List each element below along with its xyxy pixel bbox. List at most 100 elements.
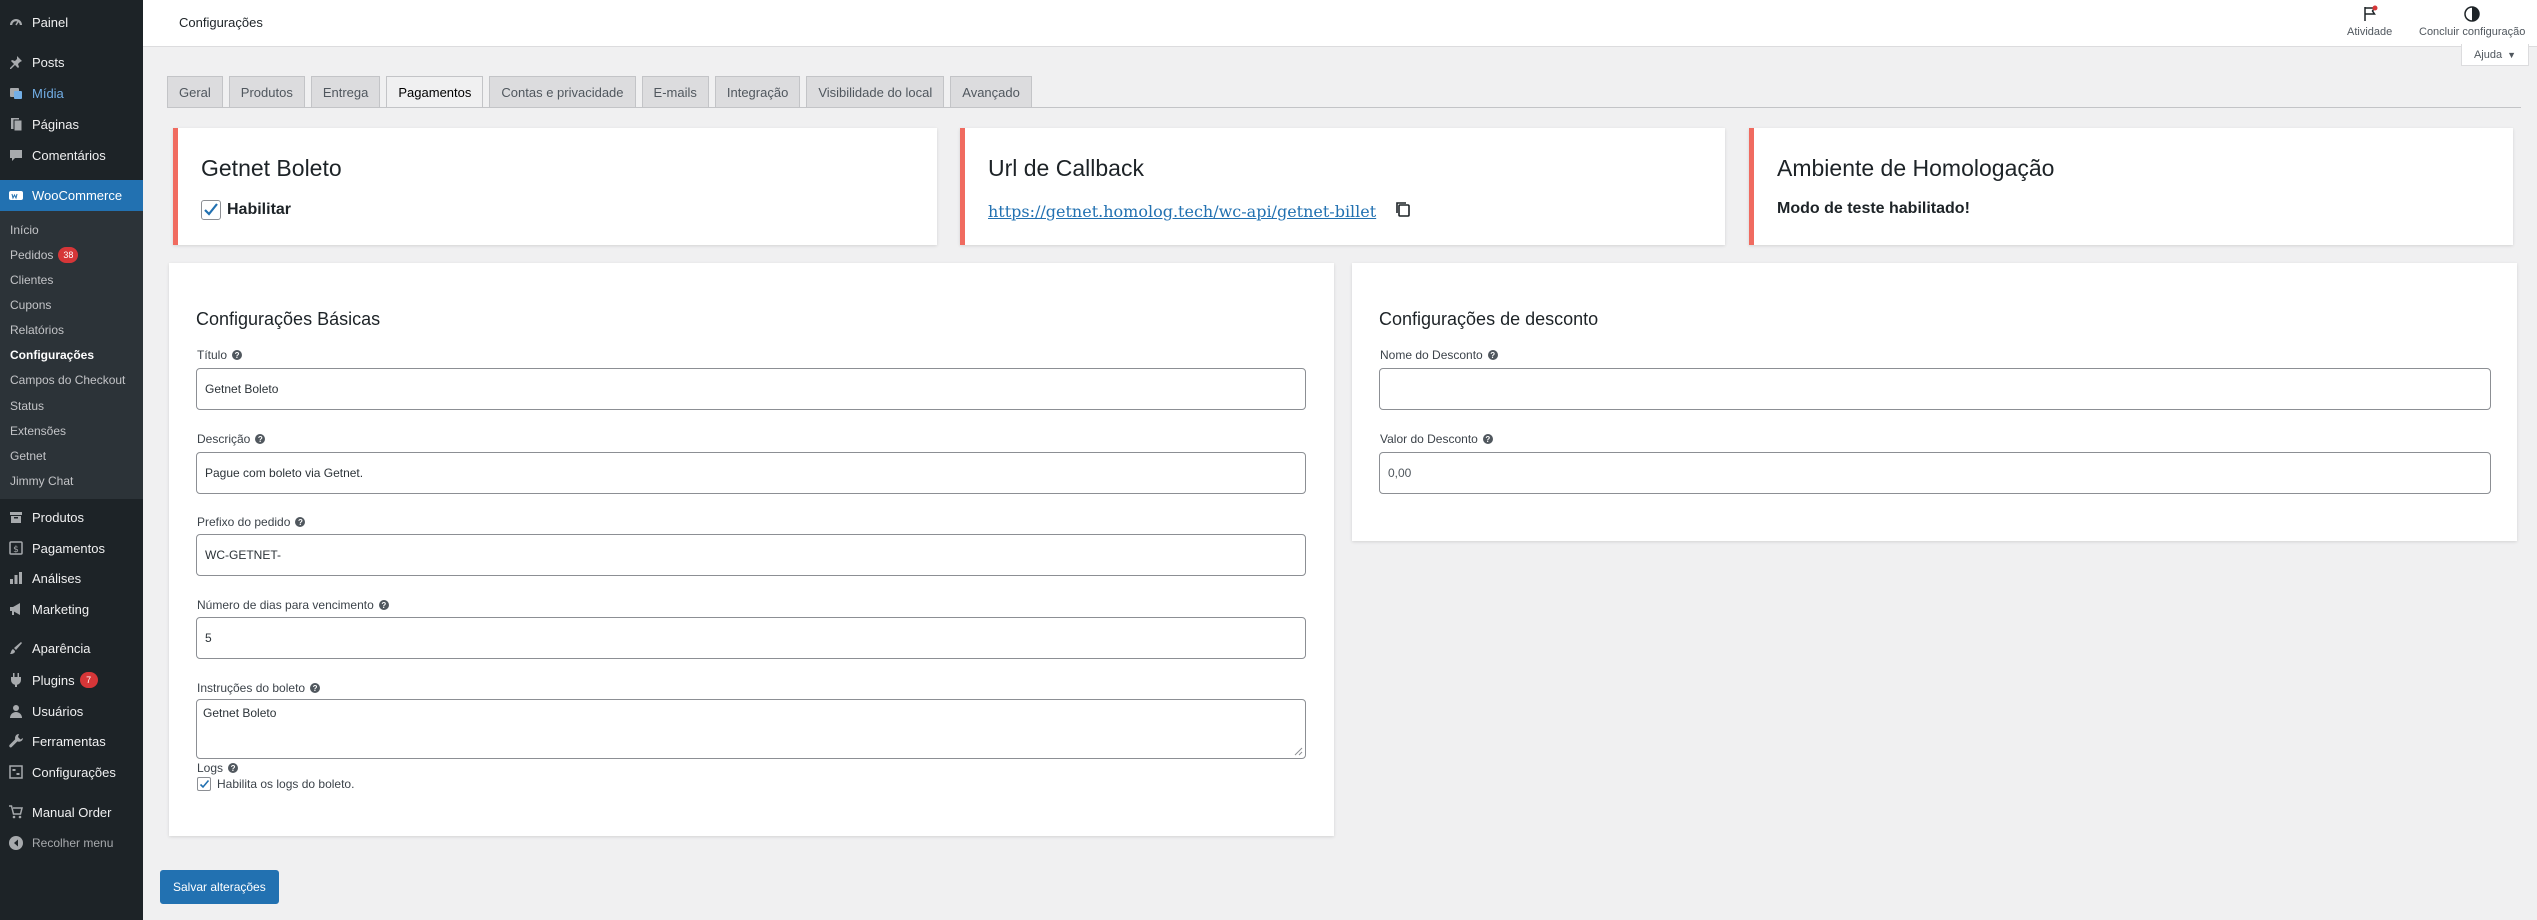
collapse-menu-button[interactable]: Recolher menu <box>0 829 143 857</box>
help-icon[interactable]: ? <box>1482 434 1493 444</box>
tab-integracao[interactable]: Integração <box>714 76 801 107</box>
basic-settings-heading: Configurações Básicas <box>196 309 381 329</box>
woocommerce-submenu: Início Pedidos 38 Clientes Cupons Relatór… <box>0 211 143 499</box>
logs-option: Habilita os logs do boleto. <box>197 777 354 791</box>
environment-notice-card: Ambiente de Homologação Modo de teste ha… <box>1749 128 2513 245</box>
menu-item-manual-order[interactable]: Manual Order <box>0 798 143 826</box>
menu-item-configuracoes[interactable]: Configurações <box>0 758 143 786</box>
checkmark-icon <box>204 203 218 216</box>
tab-avancado[interactable]: Avançado <box>950 76 1032 107</box>
discount-value-label: Valor do Desconto? <box>1380 432 1493 446</box>
callback-url-link[interactable]: https://getnet.homolog.tech/wc-api/getne… <box>988 202 1376 221</box>
title-label: Título? <box>197 348 243 362</box>
menu-item-plugins[interactable]: Plugins 7 <box>0 666 143 694</box>
orders-count-badge: 38 <box>58 247 79 263</box>
tab-pagamentos[interactable]: Pagamentos <box>386 76 484 108</box>
menu-label: Recolher menu <box>32 836 114 850</box>
menu-label: Usuários <box>32 703 84 719</box>
tab-contas-privacidade[interactable]: Contas e privacidade <box>489 76 636 107</box>
submenu-item-inicio[interactable]: Início <box>10 220 39 240</box>
menu-item-painel[interactable]: Painel <box>0 8 143 36</box>
help-icon[interactable]: ? <box>295 517 306 527</box>
menu-item-ferramentas[interactable]: Ferramentas <box>0 727 143 755</box>
collapse-icon <box>8 835 24 851</box>
copy-icon[interactable] <box>1394 200 1412 223</box>
help-icon[interactable]: ? <box>232 350 243 360</box>
menu-item-aparencia[interactable]: Aparência <box>0 634 143 662</box>
prefix-label: Prefixo do pedido? <box>197 515 306 529</box>
menu-item-usuarios[interactable]: Usuários <box>0 697 143 725</box>
help-icon[interactable]: ? <box>228 763 239 773</box>
environment-notice-title: Ambiente de Homologação <box>1777 155 2055 181</box>
resize-handle-icon[interactable] <box>1294 747 1303 756</box>
menu-item-marketing[interactable]: Marketing <box>0 595 143 623</box>
help-icon[interactable]: ? <box>1487 350 1498 360</box>
discount-name-label: Nome do Desconto? <box>1380 348 1498 362</box>
tab-geral[interactable]: Geral <box>167 76 223 107</box>
menu-item-paginas[interactable]: Páginas <box>0 110 143 138</box>
menu-label: Posts <box>32 54 65 70</box>
logs-checkbox-label: Habilita os logs do boleto. <box>217 777 355 791</box>
menu-item-woocommerce[interactable]: WooCommerce <box>0 180 143 211</box>
submenu-item-jimmy-chat[interactable]: Jimmy Chat <box>10 471 73 491</box>
discount-value-input[interactable]: 0,00 <box>1379 452 2491 494</box>
finish-setup-button[interactable]: Concluir configuração <box>2419 4 2525 38</box>
enable-label: Habilitar <box>227 201 292 218</box>
menu-label: Produtos <box>32 509 85 525</box>
submenu-item-extensoes[interactable]: Extensões <box>10 421 66 441</box>
pages-icon <box>8 116 24 132</box>
tab-produtos[interactable]: Produtos <box>228 76 305 107</box>
discount-name-input[interactable] <box>1379 368 2491 410</box>
submenu-item-pedidos[interactable]: Pedidos 38 <box>10 245 79 265</box>
help-tab-button[interactable]: Ajuda ▼ <box>2460 44 2529 66</box>
submenu-item-status[interactable]: Status <box>10 396 44 416</box>
save-changes-button[interactable]: Salvar alterações <box>160 870 279 904</box>
menu-label: Marketing <box>32 601 90 617</box>
submenu-item-cupons[interactable]: Cupons <box>10 295 51 315</box>
submenu-item-getnet[interactable]: Getnet <box>10 446 46 466</box>
help-icon[interactable]: ? <box>310 683 321 693</box>
submenu-item-clientes[interactable]: Clientes <box>10 270 53 290</box>
submenu-item-configuracoes[interactable]: Configurações <box>10 345 94 365</box>
tab-entrega[interactable]: Entrega <box>310 76 381 107</box>
discount-settings-heading: Configurações de desconto <box>1379 309 1599 329</box>
due-days-label: Número de dias para vencimento? <box>197 598 389 612</box>
submenu-label: Status <box>10 399 45 413</box>
help-icon[interactable]: ? <box>255 434 266 444</box>
submenu-label: Clientes <box>10 273 54 287</box>
description-input[interactable]: Pague com boleto via Getnet. <box>196 452 1306 494</box>
brush-icon <box>8 640 24 656</box>
woocommerce-header: Configurações Atividade Concluir configu… <box>143 0 2537 47</box>
title-input[interactable]: Getnet Boleto <box>196 368 1306 410</box>
enable-checkbox[interactable] <box>201 200 221 220</box>
menu-item-posts[interactable]: Posts <box>0 48 143 76</box>
menu-item-analises[interactable]: Análises <box>0 564 143 592</box>
submenu-label: Campos do Checkout <box>10 373 126 387</box>
help-icon[interactable]: ? <box>378 600 389 610</box>
submenu-item-relatorios[interactable]: Relatórios <box>10 320 64 340</box>
submenu-item-campos-checkout[interactable]: Campos do Checkout <box>10 370 125 390</box>
description-label: Descrição? <box>197 432 266 446</box>
tabs-divider <box>167 107 2521 108</box>
menu-item-produtos[interactable]: Produtos <box>0 503 143 531</box>
settings-tabs: Geral Produtos Entrega Pagamentos Contas… <box>167 76 1032 108</box>
menu-item-comentarios[interactable]: Comentários <box>0 141 143 169</box>
tab-visibilidade-local[interactable]: Visibilidade do local <box>806 76 945 107</box>
logs-checkbox[interactable] <box>197 777 211 791</box>
wrench-icon <box>8 733 24 749</box>
menu-label: Mídia <box>32 85 64 101</box>
order-prefix-input[interactable]: WC-GETNET- <box>196 534 1306 576</box>
cart-icon <box>8 804 24 820</box>
callback-notice-title: Url de Callback <box>988 155 1144 181</box>
due-days-input[interactable]: 5 <box>196 617 1306 659</box>
activity-button[interactable]: Atividade <box>2347 4 2392 38</box>
submenu-label: Getnet <box>10 449 47 463</box>
menu-item-pagamentos[interactable]: $ Pagamentos <box>0 534 143 562</box>
tab-emails[interactable]: E-mails <box>641 76 709 107</box>
plugins-update-badge: 7 <box>79 672 98 688</box>
menu-item-midia[interactable]: Mídia <box>0 79 143 107</box>
dashboard-icon <box>8 14 24 30</box>
instructions-text: Getnet Boleto <box>203 706 277 720</box>
instructions-textarea[interactable]: Getnet Boleto <box>196 699 1306 759</box>
progress-circle-icon <box>2462 4 2482 24</box>
